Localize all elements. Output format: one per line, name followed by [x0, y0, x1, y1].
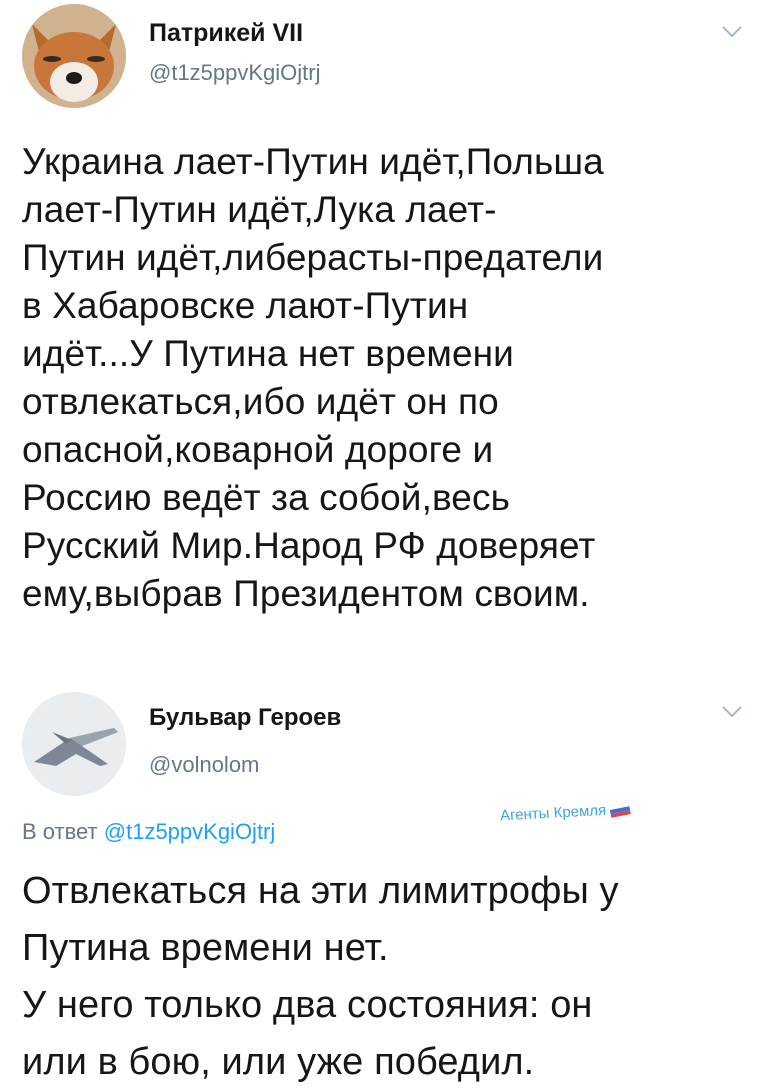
author-avatar[interactable] — [22, 4, 126, 108]
reply-to-line: В ответ @t1z5ppvKgiOjtrj — [22, 819, 275, 845]
tweet-text-line: ему,выбрав Президентом своим. — [22, 573, 590, 614]
tweet-menu-chevron-icon[interactable] — [721, 25, 743, 39]
author-handle[interactable]: @t1z5ppvKgiOjtrj — [149, 60, 321, 86]
russian-flag-icon — [609, 801, 632, 818]
reply-author-display-name[interactable]: Бульвар Героев — [149, 704, 341, 732]
tweet-text-line: Русский Мир.Народ РФ доверяет — [22, 525, 596, 566]
reply-text-line: Путина времени нет. — [22, 927, 389, 969]
reply-text: Отвлекаться на эти лимитрофы у Путина вр… — [22, 863, 619, 1091]
reply-text-line: или в бою, или уже победил. — [22, 1041, 535, 1083]
reply-menu-chevron-icon[interactable] — [721, 705, 743, 719]
reply-to-prefix: В ответ — [22, 819, 98, 844]
fighter-jet-avatar-icon — [22, 692, 126, 796]
tweet-text-line: Россию ведёт за собой,весь — [22, 477, 510, 518]
tweet-text-line: лает-Путин идёт,Лука лает- — [22, 189, 497, 230]
watermark: Агенты Кремля — [499, 801, 632, 825]
tweet-text-line: Украина лает-Путин идёт,Польша — [22, 141, 604, 182]
reply-text-line: У него только два состояния: он — [22, 984, 593, 1026]
reply-author-avatar[interactable] — [22, 692, 126, 796]
reply-author-handle[interactable]: @volnolom — [149, 752, 259, 778]
tweet-text-line: в Хабаровске лают-Путин — [22, 285, 469, 326]
watermark-text: Агенты Кремля — [499, 801, 607, 825]
tweet-text-line: отвлекаться,ибо идёт он по — [22, 381, 499, 422]
reply-text-line: Отвлекаться на эти лимитрофы у — [22, 870, 619, 912]
reply-to-mention-link[interactable]: @t1z5ppvKgiOjtrj — [104, 819, 276, 844]
tweet-text-line: опасной,коварной дороге и — [22, 429, 494, 470]
fox-avatar-icon — [22, 4, 126, 108]
author-display-name[interactable]: Патрикей VII — [149, 19, 303, 48]
tweet-text-line: идёт...У Путина нет времени — [22, 333, 514, 374]
tweet-text: Украина лает-Путин идёт,Польша лает-Пути… — [22, 138, 604, 618]
tweet-text-line: Путин идёт,либерасты-предатели — [22, 237, 604, 278]
